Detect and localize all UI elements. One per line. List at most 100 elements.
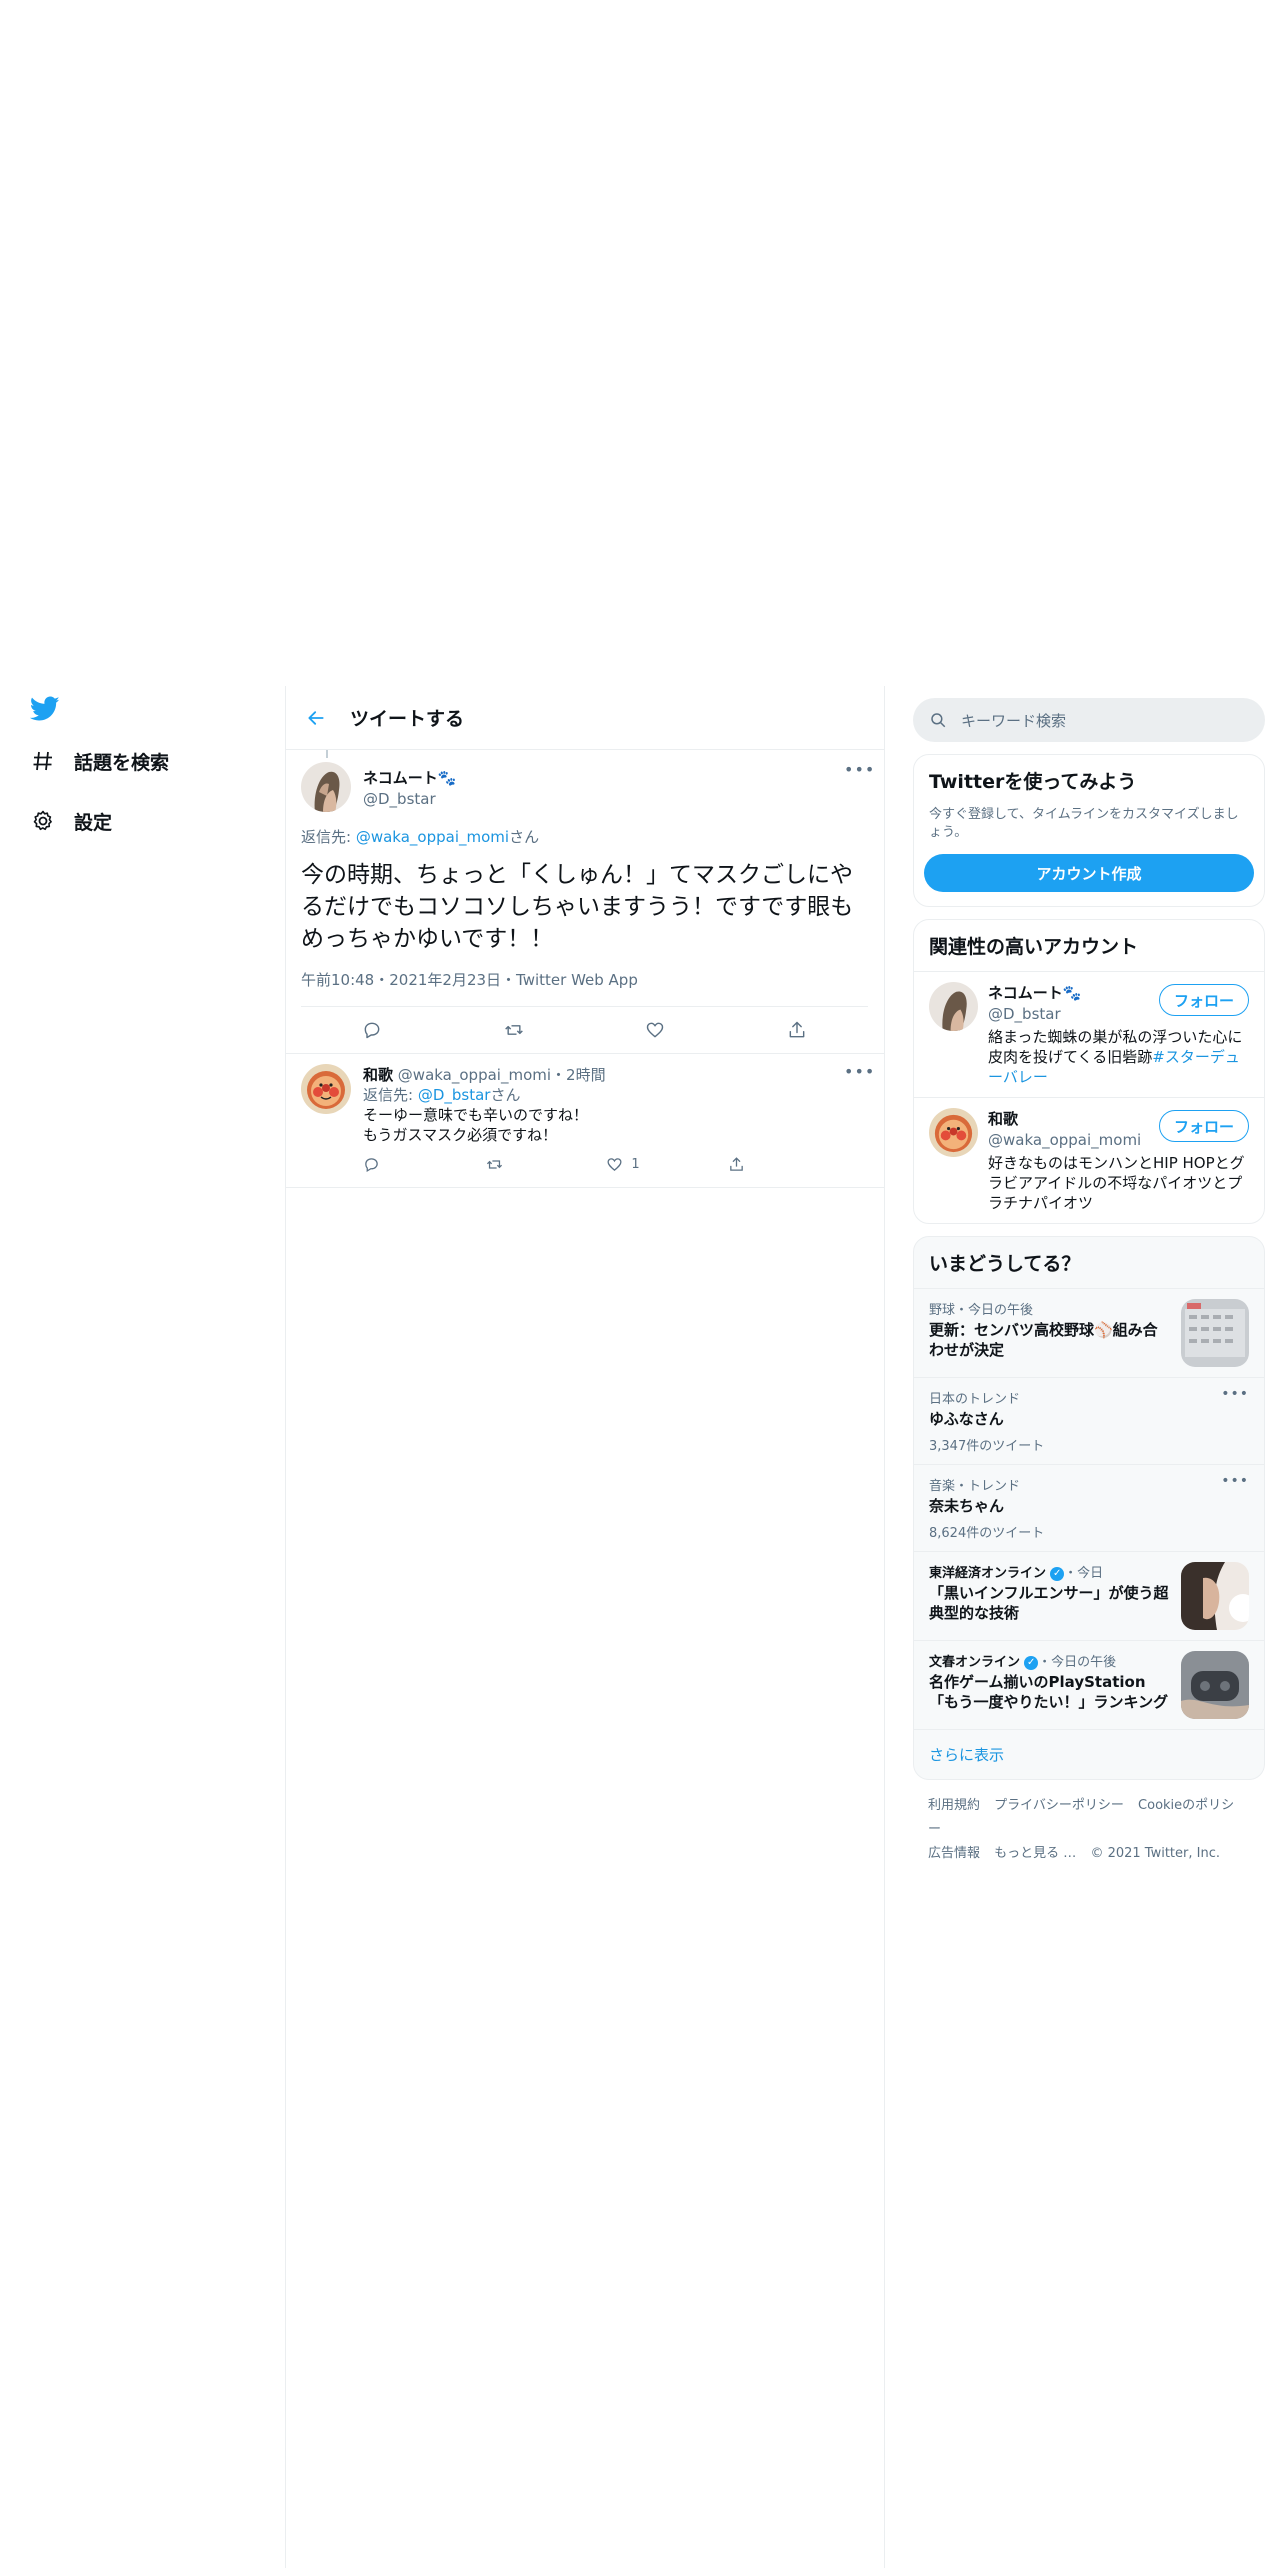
trend-title: ゆふなさん	[929, 1410, 1004, 1428]
search-icon	[931, 713, 946, 728]
trend-title: 名作ゲーム揃いのPlayStation「もう一度やりたい！」ランキング	[929, 1673, 1169, 1711]
trend-title: 奈未ちゃん	[929, 1497, 1005, 1515]
trend-meta-row: 東洋経済オンライン ✓ ・今日	[929, 1562, 1171, 1581]
reply-more-options-icon[interactable]: •••	[844, 1062, 874, 1081]
trend-meta: 日本のトレンド	[929, 1392, 1021, 1407]
main-header: ツイートする	[286, 686, 884, 750]
author-name[interactable]: ネコムート🐾	[363, 767, 456, 788]
hashtag-icon	[30, 748, 56, 774]
show-more-link[interactable]: さらに表示	[914, 1729, 1264, 1779]
trend-more-options-icon[interactable]: •••	[1221, 1386, 1249, 1402]
footer-link-terms[interactable]: 利用規約	[928, 1798, 980, 1813]
main-column: ツイートする ••• ネコムート🐾 @D_bstar 返信先: @waka_op…	[285, 686, 885, 2568]
trend-item[interactable]: 東洋経済オンライン ✓ ・今日 「黒いインフルエンサー」が使う超典型的な技術	[914, 1551, 1264, 1640]
tweet-actions	[301, 1007, 868, 1053]
follow-button[interactable]: フォロー	[1158, 984, 1249, 1016]
nav-settings-label: 設定	[74, 811, 113, 834]
search-box[interactable]: キーワード検索	[913, 698, 1265, 742]
reply-time[interactable]: ・2時間	[551, 1066, 606, 1084]
reply-header: 和歌 @waka_oppai_momi・2時間	[363, 1064, 868, 1085]
account-bio: 絡まった蜘蛛の巣が私の浮ついた心に皮肉を投げてくる旧砦跡#スターデューバレー	[988, 1027, 1249, 1087]
reply-actions: 1	[363, 1151, 788, 1177]
related-title: 関連性の高いアカウント	[929, 936, 1139, 958]
search-input[interactable]: キーワード検索	[961, 710, 1066, 731]
reply-author-name[interactable]: 和歌	[363, 1066, 393, 1084]
right-sidebar: キーワード検索 Twitterを使ってみよう 今すぐ登録して、タイムラインをカス…	[913, 686, 1265, 1880]
heart-icon	[647, 1022, 664, 1038]
tweet-timestamp[interactable]: 午前10:48・2021年2月23日・Twitter Web App	[301, 969, 868, 1007]
reply-replying-to: 返信先: @D_bstarさん	[363, 1085, 868, 1105]
trend-thumbnail	[1181, 1562, 1249, 1630]
verified-badge-icon: ✓	[1050, 1566, 1065, 1581]
trend-meta: 音楽・トレンド	[929, 1479, 1021, 1494]
reply-replying-prefix: 返信先:	[363, 1086, 418, 1104]
tweet-text: 今の時期、ちょっと「くしゅん！」てマスクごしにやるだけでもコソコソしちゃいますう…	[301, 862, 854, 952]
trend-count: 8,624件のツイート	[929, 1526, 1045, 1541]
thread-line	[326, 750, 328, 758]
heart-icon	[607, 1157, 622, 1171]
reply-replying-suffix: さん	[490, 1086, 521, 1104]
footer-link-ads[interactable]: 広告情報	[928, 1846, 980, 1861]
avatar[interactable]	[301, 762, 351, 812]
focal-tweet: ••• ネコムート🐾 @D_bstar 返信先: @waka_oppai_mom…	[286, 750, 884, 1054]
retweet-icon	[486, 1159, 502, 1169]
reply-share-button[interactable]	[728, 1156, 788, 1173]
reply-reply-button[interactable]	[363, 1156, 423, 1173]
trends-card: いまどうしてる？ 野球・今日の午後 更新：センバツ高校野球⚾組み合わせが決定 •…	[913, 1236, 1265, 1780]
share-icon	[730, 1156, 743, 1171]
nav-explore[interactable]: 話題を検索	[30, 741, 169, 781]
nav-explore-label: 話題を検索	[74, 751, 170, 774]
trend-thumbnail	[1181, 1651, 1249, 1719]
trend-more-options-icon[interactable]: •••	[1221, 1473, 1249, 1489]
gear-icon	[30, 808, 56, 834]
trend-item[interactable]: ••• 音楽・トレンド 奈未ちゃん 8,624件のツイート	[914, 1464, 1264, 1551]
trend-title: 「黒いインフルエンサー」が使う超典型的な技術	[929, 1584, 1169, 1622]
reply-handle-link[interactable]: @waka_oppai_momi	[356, 828, 509, 846]
reply-like-button[interactable]: 1	[606, 1156, 666, 1173]
reply-tweet[interactable]: ••• 和歌 @waka_oppai_momi・2時間 返信先: @D_bsta…	[286, 1054, 884, 1188]
back-button[interactable]	[298, 700, 334, 736]
footer: 利用規約 プライバシーポリシー Cookieのポリシー 広告情報 もっと見る ……	[913, 1780, 1265, 1880]
footer-link-privacy[interactable]: プライバシーポリシー	[994, 1798, 1124, 1813]
retweet-button[interactable]	[494, 1010, 534, 1050]
retweet-icon	[504, 1025, 523, 1035]
more-options-icon[interactable]: •••	[844, 760, 874, 779]
signup-subtitle: 今すぐ登録して、タイムラインをカスタマイズしましょう。	[929, 807, 1239, 840]
author-handle[interactable]: @D_bstar	[363, 790, 456, 808]
reply-text-line-2: もうガスマスク必須ですね！	[363, 1126, 558, 1144]
trend-source: 文春オンライン	[929, 1655, 1021, 1670]
trend-source: 東洋経済オンライン	[929, 1566, 1047, 1581]
trend-item[interactable]: ••• 日本のトレンド ゆふなさん 3,347件のツイート	[914, 1377, 1264, 1464]
verified-badge-icon: ✓	[1024, 1655, 1039, 1670]
related-accounts-card: 関連性の高いアカウント ネコムート🐾 @D_bstar 絡まった蜘蛛の巣が私の浮…	[913, 919, 1265, 1224]
nav-settings[interactable]: 設定	[30, 801, 112, 841]
like-button[interactable]	[635, 1010, 675, 1050]
account-bio: 好きなものはモンハンとHIP HOPとグラビアアイドルの不埒なパイオツとプラチナ…	[988, 1154, 1245, 1212]
replying-to: 返信先: @waka_oppai_momiさん	[301, 826, 868, 847]
twitter-bird-icon[interactable]	[29, 696, 62, 724]
reply-icon	[364, 1022, 380, 1039]
trend-count: 3,347件のツイート	[929, 1439, 1045, 1454]
avatar[interactable]	[929, 982, 978, 1031]
signup-title: Twitterを使ってみよう	[929, 771, 1137, 793]
reply-suffix: さん	[509, 828, 540, 846]
reply-retweet-button[interactable]	[485, 1156, 545, 1173]
avatar[interactable]	[929, 1108, 978, 1157]
footer-copyright: © 2021 Twitter, Inc.	[1090, 1846, 1220, 1861]
reply-button[interactable]	[352, 1010, 392, 1050]
reply-replying-handle[interactable]: @D_bstar	[418, 1086, 491, 1104]
footer-link-more[interactable]: もっと見る …	[994, 1846, 1076, 1861]
create-account-button[interactable]: アカウント作成	[924, 854, 1254, 892]
trend-item[interactable]: 野球・今日の午後 更新：センバツ高校野球⚾組み合わせが決定	[914, 1288, 1264, 1377]
related-account[interactable]: 和歌 @waka_oppai_momi 好きなものはモンハンとHIP HOPとグ…	[914, 1097, 1264, 1223]
share-button[interactable]	[777, 1010, 817, 1050]
trend-title: 更新：センバツ高校野球⚾組み合わせが決定	[929, 1321, 1158, 1359]
follow-button[interactable]: フォロー	[1158, 1110, 1249, 1142]
reply-avatar[interactable]	[301, 1064, 351, 1114]
trend-meta: ・今日の午後	[1038, 1655, 1117, 1670]
related-account[interactable]: ネコムート🐾 @D_bstar 絡まった蜘蛛の巣が私の浮ついた心に皮肉を投げてく…	[914, 971, 1264, 1097]
reply-prefix: 返信先:	[301, 828, 356, 846]
reply-author-handle[interactable]: @waka_oppai_momi	[398, 1066, 551, 1084]
trend-item[interactable]: 文春オンライン ✓ ・今日の午後 名作ゲーム揃いのPlayStation「もう一度…	[914, 1640, 1264, 1729]
share-icon	[789, 1021, 805, 1038]
